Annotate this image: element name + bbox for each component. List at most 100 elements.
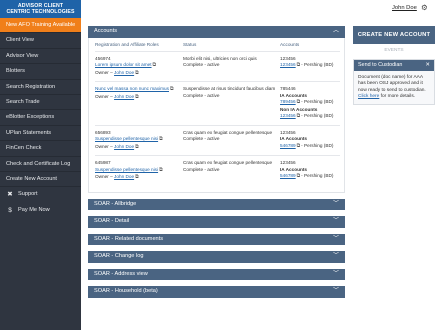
account-number-link[interactable]: 546789 xyxy=(280,143,296,148)
copy-icon[interactable]: ⧉ xyxy=(297,63,300,70)
registration-name-link[interactable]: Suspendisse pellentesque nisi⧉ xyxy=(95,136,183,144)
copy-icon[interactable]: ⧉ xyxy=(135,95,138,102)
brand-logo[interactable]: ADVISOR CLIENT CENTRIC TECHNOLOGIES xyxy=(0,0,81,18)
column-header: Status xyxy=(183,42,280,52)
owner-link[interactable]: John Doe xyxy=(114,174,134,179)
registration-name[interactable]: Suspendisse pellentesque nisi xyxy=(95,167,158,172)
user-menu[interactable]: John Doe xyxy=(392,5,417,11)
main-content: Accounts ︿ Registration and Affiliate Ro… xyxy=(88,26,345,298)
chevron-down-icon[interactable]: ﹀ xyxy=(333,251,339,263)
accounts-cell: 785446 IA Accounts 789456⧉- Pershing (BD) N… xyxy=(280,86,340,125)
nav-item[interactable]: Advisor View xyxy=(0,49,81,65)
accounts-cell: 123456 IA Accounts 546789⧉- Pershing (BD) xyxy=(280,130,340,156)
copy-icon[interactable]: ⧉ xyxy=(297,114,300,121)
create-new-account-button[interactable]: CREATE NEW ACCOUNT xyxy=(353,26,435,44)
collapsed-panel-header[interactable]: SOAR - Address view ﹀ xyxy=(88,268,345,281)
owner-line: Owner – John Doe⧉ xyxy=(95,144,183,152)
account-number-link[interactable]: 123456 xyxy=(280,113,296,118)
registration-name-link[interactable]: Suspendisse pellentesque nisi⧉ xyxy=(95,167,183,175)
nav-extra-label: Pay Me Now xyxy=(18,206,50,213)
copy-icon[interactable]: ⧉ xyxy=(159,168,162,175)
collapsed-panel-header[interactable]: SOAR - Household (beta) ﹀ xyxy=(88,286,345,298)
nav-item[interactable]: Create New Account xyxy=(0,172,81,188)
status-description: Cras quam ex feugiat congue pellentesque xyxy=(183,160,273,165)
sidebar: ADVISOR CLIENT CENTRIC TECHNOLOGIES New … xyxy=(0,0,81,330)
account-link-line: 123456⧉- Pershing (BD) xyxy=(280,62,340,70)
accounts-panel-header[interactable]: Accounts ︿ xyxy=(88,26,345,38)
nav-item[interactable]: Check and Certificate Log xyxy=(0,157,81,172)
right-column: CREATE NEW ACCOUNT EVENTS Send to Custod… xyxy=(353,26,435,106)
owner-link[interactable]: John Doe xyxy=(114,94,134,99)
status-description: Suspendisse at risus tincidunt faucibus … xyxy=(183,86,276,91)
nav-item[interactable]: FinCen Check xyxy=(0,141,81,157)
registration-cell: Nunc vel massa non nunc maximus⧉ Owner – … xyxy=(95,86,183,125)
copy-icon[interactable]: ⧉ xyxy=(135,175,138,182)
row-divider xyxy=(95,81,340,82)
collapsed-panel-header[interactable]: SOAR - Detail ﹀ xyxy=(88,216,345,228)
registration-name-link[interactable]: Nunc vel massa non nunc maximus⧉ xyxy=(95,86,183,94)
event-link-suffix: for more details. xyxy=(379,93,416,99)
copy-icon[interactable]: ⧉ xyxy=(297,174,300,181)
account-number-link[interactable]: 546789 xyxy=(280,173,296,178)
owner-label: Owner – xyxy=(95,143,115,149)
nav-item[interactable]: Search Trade xyxy=(0,95,81,111)
accounts-cell: 123456 123456⧉- Pershing (BD) xyxy=(280,56,340,82)
nav-item[interactable]: UPlan Statements xyxy=(0,126,81,142)
account-number-link[interactable]: 123456 xyxy=(280,62,296,67)
money-icon: $ xyxy=(8,206,12,214)
collapsed-panel-header[interactable]: SOAR - Related documents ﹀ xyxy=(88,233,345,246)
chevron-down-icon[interactable]: ﹀ xyxy=(333,269,339,281)
account-link-line: 123456⧉- Pershing (BD) xyxy=(280,113,340,121)
copy-icon[interactable]: ⧉ xyxy=(297,144,300,151)
copy-icon[interactable]: ⧉ xyxy=(170,87,173,94)
copy-icon[interactable]: ⧉ xyxy=(297,100,300,107)
owner-label: Owner – xyxy=(95,69,115,75)
gear-icon[interactable]: ⚙ xyxy=(421,3,428,12)
status-cell: Morbi elit nisi, ultricies non orci quis… xyxy=(183,56,280,82)
collapsed-panel-header[interactable]: SOAR - Change log ﹀ xyxy=(88,251,345,263)
copy-icon[interactable]: ⧉ xyxy=(159,137,162,144)
account-link-line: 789456⧉- Pershing (BD) xyxy=(280,99,340,107)
chevron-down-icon[interactable]: ﹀ xyxy=(333,234,339,246)
status-cell: Cras quam ex feugiat congue pellentesque… xyxy=(183,130,280,156)
event-details-link[interactable]: Click here xyxy=(358,94,379,99)
registration-name[interactable]: Nunc vel massa non nunc maximus xyxy=(95,86,169,91)
copy-icon[interactable]: ⧉ xyxy=(135,145,138,152)
account-link-line: 546789⧉- Pershing (BD) xyxy=(280,143,340,151)
chevron-down-icon[interactable]: ﹀ xyxy=(333,199,339,211)
accounts-panel-title: Accounts xyxy=(94,28,118,34)
account-note: - Pershing (BD) xyxy=(301,62,334,67)
event-card: Send to Custodian ✕ Document (doc name) … xyxy=(353,59,435,106)
registration-name[interactable]: Lorem ipsum dolor sit amet xyxy=(95,62,152,67)
chevron-up-icon[interactable]: ︿ xyxy=(333,26,339,38)
close-icon[interactable]: ✕ xyxy=(425,60,430,71)
chevron-down-icon[interactable]: ﹀ xyxy=(333,286,339,298)
registration-name-link[interactable]: Lorem ipsum dolor sit amet⧉ xyxy=(95,62,183,70)
owner-link[interactable]: John Doe xyxy=(114,70,134,75)
nav-item[interactable]: Search Registration xyxy=(0,80,81,95)
registration-name[interactable]: Suspendisse pellentesque nisi xyxy=(95,136,158,141)
nav-item[interactable]: Client View xyxy=(0,33,81,49)
nav-extra-item[interactable]: $ Pay Me Now xyxy=(0,203,81,218)
collapsed-panel-header[interactable]: SOAR - Allbridge ﹀ xyxy=(88,198,345,211)
column-header: Accounts xyxy=(280,42,340,52)
nav-extra-item[interactable]: ✖ Support xyxy=(0,187,81,202)
registration-cell: 456974 Lorem ipsum dolor sit amet⧉ Owner –… xyxy=(95,56,183,82)
status-cell: Suspendisse at risus tincidunt faucibus … xyxy=(183,86,280,125)
nav-item[interactable]: New AFO Training Available xyxy=(0,18,81,34)
nav-item[interactable]: Blotters xyxy=(0,64,81,80)
copy-icon[interactable]: ⧉ xyxy=(153,63,156,70)
account-note: - Pershing (BD) xyxy=(301,173,334,178)
owner-line: Owner – John Doe⧉ xyxy=(95,94,183,102)
owner-link[interactable]: John Doe xyxy=(114,144,134,149)
panel-title: SOAR - Household (beta) xyxy=(94,288,158,294)
owner-label: Owner – xyxy=(95,174,115,179)
accounts-panel: Registration and Affiliate Roles Status Ac… xyxy=(88,37,345,193)
chevron-down-icon[interactable]: ﹀ xyxy=(333,216,339,228)
events-label: EVENTS xyxy=(384,48,404,53)
copy-icon[interactable]: ⧉ xyxy=(135,71,138,78)
account-number-link[interactable]: 789456 xyxy=(280,99,296,104)
panel-title: SOAR - Related documents xyxy=(94,235,164,242)
event-card-header: Send to Custodian ✕ xyxy=(354,60,434,71)
nav-item[interactable]: eBlotter Exceptions xyxy=(0,110,81,126)
